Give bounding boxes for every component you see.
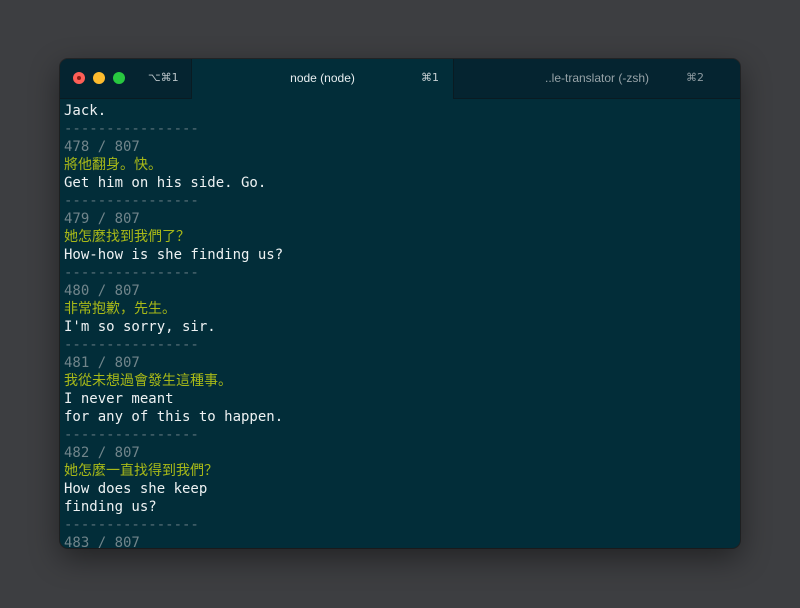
terminal-output[interactable]: Jack. ---------------- 478 / 807 將他翻身。快。 Get… <box>64 102 736 548</box>
separator-line: ---------------- <box>64 193 199 209</box>
source-text-line: 將他翻身。快。 <box>64 157 162 173</box>
translation-text-line: finding us? <box>64 499 157 515</box>
translation-text-line: How does she keep <box>64 481 208 497</box>
progress-counter: 478 / 807 <box>64 139 140 155</box>
tab-title: node (node) <box>290 71 355 85</box>
progress-counter: 480 / 807 <box>64 283 140 299</box>
source-text-line: 我從未想過會發生這種事。 <box>64 373 232 389</box>
separator-line: ---------------- <box>64 427 199 443</box>
separator-line: ---------------- <box>64 121 199 137</box>
tab-shortcut-label: ⌘1 <box>421 71 439 84</box>
translation-text-line: I never meant <box>64 391 174 407</box>
minimize-button[interactable] <box>93 72 105 84</box>
separator-line: ---------------- <box>64 517 199 533</box>
close-button[interactable] <box>73 72 85 84</box>
translation-text-line: Get him on his side. Go. <box>64 175 267 191</box>
separator-line: ---------------- <box>64 337 199 353</box>
zoom-button[interactable] <box>113 72 125 84</box>
tab-shortcut-label: ⌘2 <box>686 71 704 84</box>
source-text-line: 非常抱歉，先生。 <box>64 301 176 317</box>
terminal-window: ⌥⌘1 node (node) ⌘1 ..le-translator (-zsh… <box>60 59 740 548</box>
translation-text-line: Jack. <box>64 103 107 119</box>
source-text-line: 她怎麼一直找得到我們？ <box>64 463 218 479</box>
tab-node[interactable]: node (node) ⌘1 <box>191 59 454 99</box>
progress-counter: 482 / 807 <box>64 445 140 461</box>
translation-text-line: for any of this to happen. <box>64 409 284 425</box>
separator-line: ---------------- <box>64 265 199 281</box>
tab-translator-zsh[interactable]: ..le-translator (-zsh) ⌘2 <box>454 59 740 98</box>
translation-text-line: I'm so sorry, sir. <box>64 319 216 335</box>
title-bar: ⌥⌘1 node (node) ⌘1 ..le-translator (-zsh… <box>60 59 740 99</box>
progress-counter: 481 / 807 <box>64 355 140 371</box>
window-shortcut-label: ⌥⌘1 <box>148 71 179 84</box>
translation-text-line: How-how is she finding us? <box>64 247 284 263</box>
progress-counter: 479 / 807 <box>64 211 140 227</box>
progress-counter: 483 / 807 <box>64 535 140 548</box>
source-text-line: 她怎麼找到我們了？ <box>64 229 190 245</box>
